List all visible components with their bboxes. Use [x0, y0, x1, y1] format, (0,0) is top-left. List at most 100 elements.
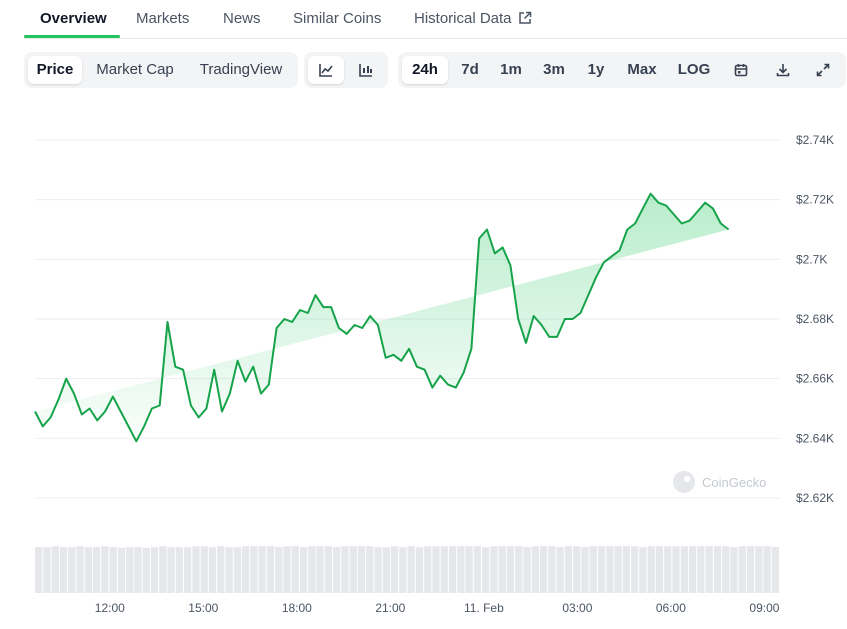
volume-bar — [763, 546, 771, 593]
volume-bar — [664, 546, 672, 593]
volume-bar — [498, 546, 506, 593]
volume-bar — [357, 546, 366, 593]
volume-bar — [217, 546, 225, 593]
volume-bar — [382, 547, 390, 593]
volume-bar — [341, 546, 349, 593]
y-axis: $2.62K $2.64K $2.66K $2.68K $2.7K $2.72K $2.74… — [796, 133, 834, 505]
volume-bar — [407, 546, 415, 593]
volume-bar — [465, 546, 473, 593]
candlestick-button[interactable] — [348, 56, 384, 84]
volume-bar — [275, 547, 283, 593]
y-tick-label: $2.74K — [796, 133, 834, 147]
volume-bar — [440, 546, 448, 593]
volume-bar — [117, 547, 126, 593]
volume-bar — [333, 547, 341, 593]
tab-historical-data-label: Historical Data — [414, 10, 512, 27]
volume-bar — [647, 546, 655, 593]
coingecko-logo-icon — [673, 471, 695, 493]
tab-news[interactable]: News — [223, 10, 261, 27]
price-chart: $2.62K $2.64K $2.66K $2.68K $2.7K $2.72K $2.74… — [34, 133, 834, 615]
volume-bar — [432, 546, 440, 593]
volume-bar — [564, 546, 573, 593]
fullscreen-button[interactable] — [806, 56, 840, 84]
volume-bar — [738, 546, 746, 593]
line-chart-button[interactable] — [308, 56, 344, 84]
tab-historical-data[interactable]: Historical Data — [414, 10, 532, 27]
volume-bar — [192, 546, 200, 593]
volume-bar — [482, 547, 490, 593]
volume-bar — [415, 547, 424, 593]
tab-overview[interactable]: Overview — [40, 10, 107, 27]
volume-bar — [184, 547, 192, 593]
volume-bar — [291, 546, 299, 593]
volume-bar — [84, 547, 92, 593]
volume-bar — [639, 547, 647, 593]
range-3m-button[interactable]: 3m — [536, 56, 572, 84]
range-1m-button[interactable]: 1m — [494, 56, 528, 84]
volume-bar — [697, 546, 705, 593]
price-button[interactable]: Price — [28, 56, 82, 84]
chart-type-toggle-group — [304, 52, 388, 88]
x-tick-label: 06:00 — [656, 601, 686, 615]
volume-bar — [771, 547, 779, 593]
range-7d-button[interactable]: 7d — [452, 56, 488, 84]
active-tab-indicator — [24, 35, 120, 38]
volume-bar — [283, 546, 291, 593]
volume-bar — [159, 546, 167, 593]
volume-bar — [208, 547, 217, 593]
x-tick-label: 21:00 — [375, 601, 405, 615]
y-tick-label: $2.64K — [796, 431, 834, 445]
volume-bar — [101, 546, 109, 593]
volume-bar — [614, 546, 622, 593]
volume-bar — [755, 546, 763, 593]
volume-bar — [539, 546, 548, 593]
x-tick-label: 09:00 — [749, 601, 779, 615]
volume-bar — [266, 546, 275, 593]
volume-bar — [531, 546, 539, 593]
download-icon — [776, 64, 790, 77]
volume-bar — [200, 546, 208, 593]
volume-bar — [746, 546, 755, 593]
fullscreen-icon — [816, 63, 830, 77]
volume-bar — [688, 546, 697, 593]
x-tick-label: 18:00 — [282, 601, 312, 615]
volume-bar — [299, 547, 308, 593]
volume-bar — [150, 547, 159, 593]
volume-bars — [35, 546, 779, 593]
volume-bar — [258, 546, 266, 593]
x-tick-label: 03:00 — [562, 601, 592, 615]
volume-bar — [241, 546, 250, 593]
range-1y-button[interactable]: 1y — [580, 56, 612, 84]
volume-bar — [730, 547, 738, 593]
market-cap-button[interactable]: Market Cap — [88, 56, 182, 84]
volume-bar — [109, 547, 117, 593]
watermark: CoinGecko — [673, 471, 766, 493]
volume-bar — [366, 546, 374, 593]
volume-bar — [705, 546, 713, 593]
volume-bar — [225, 547, 233, 593]
range-max-button[interactable]: Max — [620, 56, 664, 84]
volume-bar — [506, 546, 515, 593]
logo-eye — [684, 476, 690, 482]
volume-bar — [308, 546, 316, 593]
y-tick-label: $2.72K — [796, 193, 834, 207]
download-button[interactable] — [766, 56, 800, 84]
volume-bar — [722, 546, 730, 593]
tab-bar: Overview Markets News Similar Coins Hist… — [24, 0, 847, 39]
volume-bar — [324, 546, 332, 593]
log-scale-button[interactable]: LOG — [672, 56, 716, 84]
volume-bar — [167, 547, 175, 593]
calendar-icon — [734, 64, 748, 77]
volume-bar — [672, 546, 680, 593]
calendar-button[interactable] — [724, 56, 758, 84]
tab-markets[interactable]: Markets — [136, 10, 189, 27]
volume-bar — [175, 547, 183, 593]
tab-similar-coins[interactable]: Similar Coins — [293, 10, 381, 27]
tradingview-button[interactable]: TradingView — [190, 56, 292, 84]
range-24h-button[interactable]: 24h — [402, 56, 448, 84]
range-toggle-group: 24h 7d 1m 3m 1y Max LOG — [398, 52, 846, 88]
volume-bar — [68, 547, 76, 593]
volume-bar — [134, 547, 142, 593]
volume-bar — [680, 546, 688, 593]
y-tick-label: $2.62K — [796, 491, 834, 505]
